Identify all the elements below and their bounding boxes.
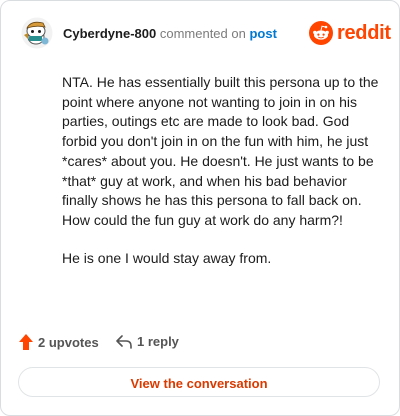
reddit-logo-icon	[309, 21, 333, 45]
reply-button[interactable]: 1 reply	[116, 334, 179, 349]
action-text: commented on	[159, 26, 246, 41]
reply-count: 1 reply	[137, 334, 179, 349]
username-link[interactable]: Cyberdyne-800	[63, 26, 156, 41]
comment-meta: Cyberdyne-800 commented on post	[63, 26, 277, 41]
post-link[interactable]: post	[249, 26, 276, 41]
reply-arrow-icon	[116, 334, 132, 349]
view-conversation-button[interactable]: View the conversation	[18, 367, 380, 397]
upvote-count: 2 upvotes	[38, 334, 99, 350]
brand-wordmark: reddit	[337, 22, 391, 44]
comment-header: Cyberdyne-800 commented on post reddit	[21, 17, 391, 51]
upvote-arrow-icon	[19, 334, 33, 350]
comment-card: Cyberdyne-800 commented on post reddit N…	[0, 0, 400, 416]
upvote-button[interactable]: 2 upvotes	[19, 334, 99, 350]
comment-footer: 2 upvotes 1 reply	[19, 334, 381, 354]
reddit-logo[interactable]: reddit	[309, 20, 391, 46]
avatar-icon[interactable]	[21, 17, 53, 49]
comment-paragraph: NTA. He has essentially built this perso…	[62, 74, 379, 228]
comment-body: NTA. He has essentially built this perso…	[62, 73, 382, 286]
comment-paragraph: He is one I would stay away from.	[62, 249, 272, 266]
